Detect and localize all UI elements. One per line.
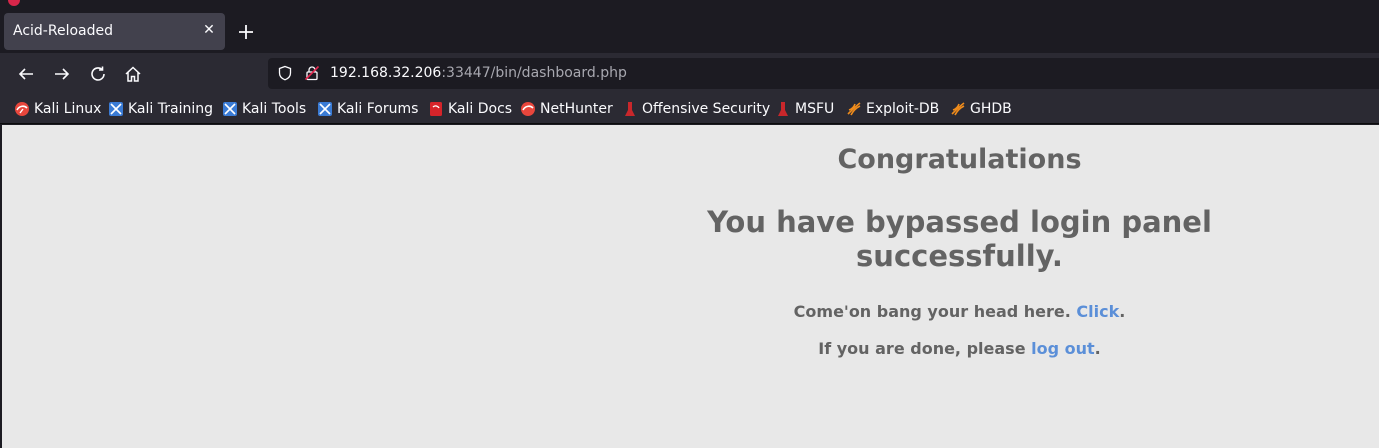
bookmark-label: Exploit-DB [866, 101, 940, 117]
reload-icon[interactable] [86, 62, 110, 86]
bookmark-label: NetHunter [540, 101, 613, 117]
bookmark-nethunter[interactable]: NetHunter [520, 99, 613, 119]
logout-line: If you are done, please log out. [602, 339, 1317, 358]
ghdb-icon [950, 101, 966, 117]
page-content: Congratulations You have bypassed login … [2, 125, 1379, 448]
bookmark-offensive-security[interactable]: Offensive Security [622, 99, 770, 119]
bookmark-label: Kali Docs [448, 101, 513, 117]
exploit-db-icon [846, 101, 862, 117]
logout-text: If you are done, please [818, 339, 1032, 358]
kali-forums-icon [317, 101, 333, 117]
page-subtitle: You have bypassed login panel successful… [707, 205, 1212, 273]
bookmark-label: GHDB [970, 101, 1012, 117]
nethunter-icon [520, 101, 536, 117]
plus-icon[interactable] [234, 20, 258, 44]
bookmark-label: Kali Forums [337, 101, 419, 117]
bookmark-kali-training[interactable]: Kali Training [108, 99, 213, 119]
punctuation: . [1119, 302, 1126, 321]
tab-acid-reloaded[interactable]: Acid-Reloaded ✕ [4, 13, 225, 50]
bookmark-msfu[interactable]: MSFU [775, 99, 834, 119]
kali-docs-icon [428, 101, 444, 117]
home-icon[interactable] [121, 62, 145, 86]
shield-icon[interactable] [277, 65, 293, 81]
navigation-bar: 192.168.32.206:33447/bin/dashboard.php [0, 53, 1379, 94]
bookmark-kali-forums[interactable]: Kali Forums [317, 99, 418, 119]
logout-link[interactable]: log out [1031, 339, 1095, 358]
msfu-icon [775, 101, 791, 117]
insecure-lock-icon[interactable] [304, 65, 320, 81]
bookmark-label: MSFU [795, 101, 835, 117]
bookmark-ghdb[interactable]: GHDB [950, 99, 1012, 119]
url-text[interactable]: 192.168.32.206:33447/bin/dashboard.php [330, 65, 627, 81]
address-bar[interactable]: 192.168.32.206:33447/bin/dashboard.php [268, 58, 1379, 89]
bookmark-kali-docs[interactable]: Kali Docs [428, 99, 512, 119]
offsec-icon [622, 101, 638, 117]
kali-tools-icon [222, 101, 238, 117]
bookmark-label: Kali Linux [34, 101, 102, 117]
close-icon[interactable]: ✕ [201, 22, 217, 38]
arrow-right-icon[interactable] [50, 62, 74, 86]
bookmark-exploit-db[interactable]: Exploit-DB [846, 99, 939, 119]
bookmarks-toolbar: Kali Linux Kali Training Kali Tools Kali… [0, 94, 1379, 124]
bookmark-label: Offensive Security [642, 101, 771, 117]
bookmark-label: Kali Training [128, 101, 213, 117]
window-button-icon[interactable] [8, 0, 20, 6]
bookmark-kali-linux[interactable]: Kali Linux [14, 99, 101, 119]
url-host: 192.168.32.206 [330, 65, 442, 81]
click-link[interactable]: Click [1076, 302, 1119, 321]
bookmark-label: Kali Tools [242, 101, 307, 117]
bang-head-line: Come'on bang your head here. Click. [602, 302, 1317, 321]
arrow-left-icon[interactable] [14, 62, 38, 86]
kali-logo-icon [14, 101, 30, 117]
bookmark-kali-tools[interactable]: Kali Tools [222, 99, 306, 119]
page-title: Congratulations [837, 144, 1082, 175]
bang-head-text: Come'on bang your head here. [793, 302, 1077, 321]
kali-training-icon [108, 101, 124, 117]
tab-strip: Acid-Reloaded ✕ [0, 0, 1379, 53]
punctuation: . [1094, 339, 1101, 358]
url-path: :33447/bin/dashboard.php [441, 65, 627, 81]
tab-title: Acid-Reloaded [13, 23, 113, 39]
